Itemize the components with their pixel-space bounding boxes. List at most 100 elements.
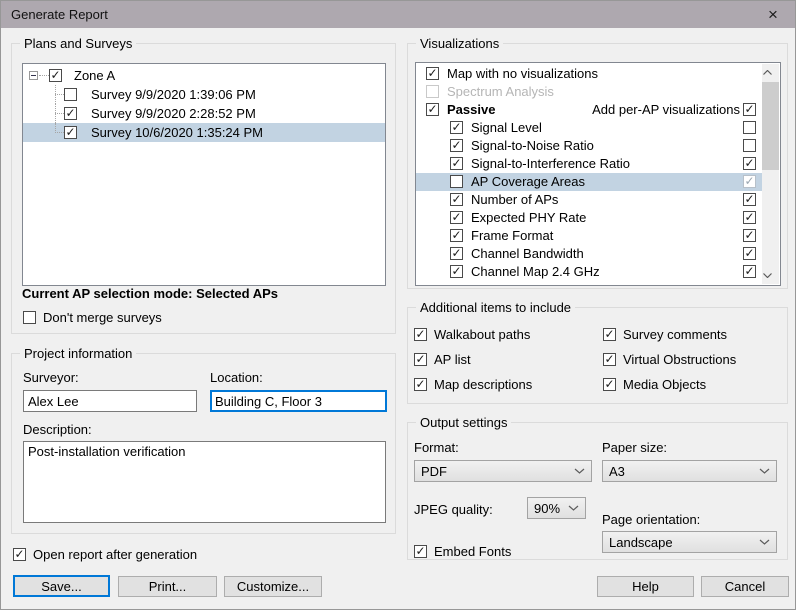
customize-button[interactable]: Customize... — [224, 576, 322, 597]
survey-checkbox[interactable]: ✓ — [64, 107, 77, 120]
visualization-row[interactable]: ✓ Frame Format ✓ — [416, 227, 762, 245]
visualization-row[interactable]: ✓ Signal Level — [416, 119, 762, 137]
format-select[interactable]: PDF — [414, 460, 592, 482]
jpeg-quality-select[interactable]: 90% — [527, 497, 586, 519]
surveyor-label: Surveyor: — [23, 370, 79, 385]
visualization-label[interactable]: Signal-to-Interference Ratio — [471, 155, 630, 173]
visualization-label[interactable]: Map with no visualizations — [447, 65, 598, 83]
additional-item-label[interactable]: Walkabout paths — [434, 327, 530, 342]
embed-fonts-checkbox[interactable]: ✓ — [414, 545, 427, 558]
per-ap-checkbox[interactable]: ✓ — [743, 211, 756, 224]
visualization-checkbox[interactable]: ✓ — [450, 211, 463, 224]
tree-root-checkbox[interactable]: ✓ — [49, 69, 62, 82]
visualization-label[interactable]: Channel Map 2.4 GHz — [471, 263, 600, 281]
survey-label[interactable]: Survey 9/9/2020 1:39:06 PM — [91, 85, 256, 104]
cancel-button[interactable]: Cancel — [701, 576, 789, 597]
tree-row-survey[interactable]: ✓ Survey 10/6/2020 1:35:24 PM — [23, 123, 385, 142]
survey-label[interactable]: Survey 10/6/2020 1:35:24 PM — [91, 123, 263, 142]
visualization-row[interactable]: AP Coverage Areas✓ — [416, 173, 762, 191]
additional-item-row[interactable]: ✓ Walkabout paths — [414, 326, 530, 342]
additional-item-row[interactable]: ✓ Media Objects — [603, 376, 706, 392]
visualization-label[interactable]: Expected PHY Rate — [471, 209, 586, 227]
visualization-checkbox[interactable]: ✓ — [450, 247, 463, 260]
visualizations-scrollbar[interactable] — [762, 64, 779, 284]
visualization-row[interactable]: ✓ Signal-to-Noise Ratio — [416, 137, 762, 155]
visualization-checkbox[interactable]: ✓ — [450, 265, 463, 278]
additional-item-label[interactable]: AP list — [434, 352, 471, 367]
additional-item-checkbox[interactable]: ✓ — [603, 328, 616, 341]
visualization-row[interactable]: ✓ Number of APs ✓ — [416, 191, 762, 209]
dont-merge-surveys-checkbox-row[interactable]: Don't merge surveys — [23, 309, 162, 325]
additional-item-checkbox[interactable]: ✓ — [414, 353, 427, 366]
surveyor-input[interactable] — [23, 390, 197, 412]
per-ap-checkbox[interactable]: ✓ — [743, 229, 756, 242]
visualization-label[interactable]: Signal-to-Noise Ratio — [471, 137, 594, 155]
page-orientation-select[interactable]: Landscape — [602, 531, 777, 553]
embed-fonts-label[interactable]: Embed Fonts — [434, 544, 511, 559]
visualization-label[interactable]: AP Coverage Areas — [471, 173, 585, 191]
open-report-label[interactable]: Open report after generation — [33, 547, 197, 562]
visualization-row[interactable]: ✓PassiveAdd per-AP visualizations✓ — [416, 101, 762, 119]
visualization-label[interactable]: Number of APs — [471, 191, 558, 209]
additional-item-row[interactable]: ✓ Virtual Obstructions — [603, 351, 736, 367]
tree-collapse-icon[interactable] — [29, 71, 38, 80]
visualization-checkbox[interactable]: ✓ — [426, 103, 439, 116]
additional-item-checkbox[interactable]: ✓ — [603, 378, 616, 391]
scroll-down-button[interactable] — [762, 267, 779, 284]
additional-item-row[interactable]: ✓ AP list — [414, 351, 471, 367]
embed-fonts-checkbox-row[interactable]: ✓ Embed Fonts — [414, 543, 511, 559]
visualization-row[interactable]: ✓ Map with no visualizations — [416, 65, 762, 83]
visualization-label[interactable]: Signal Level — [471, 119, 542, 137]
visualization-checkbox[interactable]: ✓ — [450, 193, 463, 206]
additional-item-checkbox[interactable]: ✓ — [414, 378, 427, 391]
close-button[interactable]: × — [751, 1, 795, 28]
additional-item-checkbox[interactable]: ✓ — [603, 353, 616, 366]
survey-checkbox[interactable] — [64, 88, 77, 101]
additional-item-label[interactable]: Media Objects — [623, 377, 706, 392]
visualization-checkbox[interactable]: ✓ — [450, 139, 463, 152]
visualization-checkbox[interactable]: ✓ — [450, 121, 463, 134]
dont-merge-label[interactable]: Don't merge surveys — [43, 310, 162, 325]
paper-size-select[interactable]: A3 — [602, 460, 777, 482]
scroll-up-button[interactable] — [762, 64, 779, 81]
survey-checkbox[interactable]: ✓ — [64, 126, 77, 139]
open-report-checkbox[interactable]: ✓ — [13, 548, 26, 561]
visualization-row[interactable]: ✓ Channel Bandwidth ✓ — [416, 245, 762, 263]
visualization-label[interactable]: Channel Bandwidth — [471, 245, 584, 263]
visualization-row[interactable]: ✓ Expected PHY Rate ✓ — [416, 209, 762, 227]
additional-item-label[interactable]: Survey comments — [623, 327, 727, 342]
additional-item-label[interactable]: Map descriptions — [434, 377, 532, 392]
visualization-checkbox[interactable]: ✓ — [426, 67, 439, 80]
per-ap-checkbox[interactable]: ✓ — [743, 193, 756, 206]
visualization-row[interactable]: ✓ Channel Map 2.4 GHz ✓ — [416, 263, 762, 281]
tree-row-root[interactable]: ✓ Zone A — [23, 66, 385, 85]
visualization-checkbox[interactable]: ✓ — [450, 229, 463, 242]
additional-item-label[interactable]: Virtual Obstructions — [623, 352, 736, 367]
per-ap-checkbox[interactable]: ✓ — [743, 265, 756, 278]
per-ap-checkbox[interactable] — [743, 121, 756, 134]
per-ap-checkbox[interactable] — [743, 139, 756, 152]
visualization-checkbox[interactable] — [450, 175, 463, 188]
visualization-checkbox[interactable]: ✓ — [450, 157, 463, 170]
additional-item-row[interactable]: ✓ Survey comments — [603, 326, 727, 342]
additional-item-checkbox[interactable]: ✓ — [414, 328, 427, 341]
location-input[interactable] — [210, 390, 387, 412]
description-textarea[interactable]: Post-installation verification — [23, 441, 386, 523]
additional-item-row[interactable]: ✓ Map descriptions — [414, 376, 532, 392]
survey-label[interactable]: Survey 9/9/2020 2:28:52 PM — [91, 104, 256, 123]
visualization-label[interactable]: Frame Format — [471, 227, 553, 245]
visualization-label[interactable]: Passive — [447, 101, 495, 119]
help-button[interactable]: Help — [597, 576, 694, 597]
dont-merge-checkbox[interactable] — [23, 311, 36, 324]
per-ap-checkbox[interactable]: ✓ — [743, 247, 756, 260]
scrollbar-thumb[interactable] — [762, 82, 779, 170]
save-button[interactable]: Save... — [13, 575, 110, 597]
per-ap-checkbox[interactable]: ✓ — [743, 157, 756, 170]
tree-row-survey[interactable]: ✓ Survey 9/9/2020 2:28:52 PM — [23, 104, 385, 123]
visualization-row[interactable]: ✓ Signal-to-Interference Ratio ✓ — [416, 155, 762, 173]
tree-root-label[interactable]: Zone A — [74, 66, 115, 85]
open-report-checkbox-row[interactable]: ✓ Open report after generation — [13, 546, 197, 562]
per-ap-checkbox[interactable]: ✓ — [743, 103, 756, 116]
print-button[interactable]: Print... — [118, 576, 217, 597]
tree-row-survey[interactable]: Survey 9/9/2020 1:39:06 PM — [23, 85, 385, 104]
